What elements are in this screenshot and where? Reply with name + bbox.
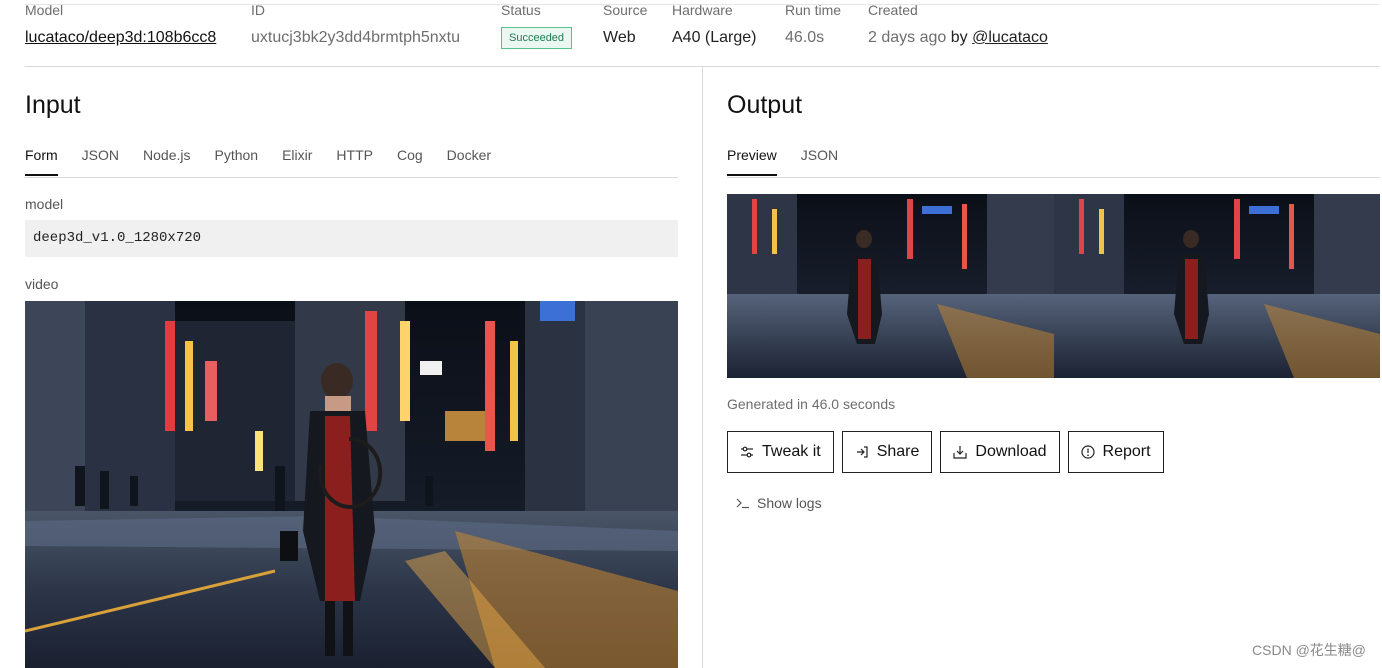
input-tabs-underline [25,177,678,178]
panel-divider [702,67,703,668]
sliders-icon [741,446,753,458]
tab-http[interactable]: HTTP [336,146,373,176]
tab-elixir[interactable]: Elixir [282,146,312,176]
output-actions: Tweak it Share Download Report [727,431,1164,473]
model-field-value: deep3d_v1.0_1280x720 [25,220,678,257]
output-tabs: Preview JSON [727,146,862,176]
meta-model: Model lucataco/deep3d:108b6cc8 [25,0,216,48]
report-button[interactable]: Report [1067,431,1164,473]
model-field-label: model [25,196,64,212]
stereo-preview-scene [727,194,1380,378]
hardware-value: A40 (Large) [672,29,757,46]
tweak-it-label: Tweak it [762,443,821,460]
generated-time-text: Generated in 46.0 seconds [727,396,896,412]
download-icon [953,446,967,459]
created-by: by [950,29,968,46]
tab-docker[interactable]: Docker [447,146,491,176]
video-field-label: video [25,276,59,292]
created-time: 2 days ago [868,29,947,46]
meta-created-label: Created [868,2,918,18]
right-view [1054,194,1380,378]
left-view [727,194,1054,378]
meta-model-label: Model [25,2,64,18]
meta-status-label: Status [501,2,541,18]
prediction-metadata: Model lucataco/deep3d:108b6cc8 ID uxtucj… [0,0,1382,66]
tab-json[interactable]: JSON [82,146,119,176]
spinner-icon [318,436,383,509]
watermark: CSDN @花生糖@ [1252,642,1366,658]
created-user-link[interactable]: @lucataco [972,29,1048,46]
output-title: Output [727,91,803,119]
meta-created: Created 2 days ago by @lucataco [868,0,1048,48]
run-time-value: 46.0s [785,29,825,46]
report-label: Report [1102,443,1151,460]
download-button[interactable]: Download [940,431,1060,473]
meta-source-label: Source [603,2,648,18]
tab-form[interactable]: Form [25,146,58,176]
meta-hardware-label: Hardware [672,2,733,18]
show-logs-toggle[interactable]: Show logs [736,495,822,511]
download-label: Download [975,443,1047,460]
input-tabs: Form JSON Node.js Python Elixir HTTP Cog… [25,146,515,176]
show-logs-label: Show logs [757,495,822,511]
terminal-icon [736,498,749,509]
source-value: Web [603,29,636,46]
meta-run-time-label: Run time [785,2,842,18]
share-label: Share [876,443,920,460]
meta-id: ID uxtucj3bk2y3dd4brmtph5nxtu [251,0,460,48]
input-video[interactable] [25,301,678,668]
tweak-it-button[interactable]: Tweak it [727,431,834,473]
meta-status: Status Succeeded [501,0,573,49]
meta-hardware: Hardware A40 (Large) [672,0,757,48]
share-icon [856,446,868,458]
tab-preview[interactable]: Preview [727,146,777,176]
status-badge: Succeeded [501,27,573,49]
meta-source: Source Web [603,0,647,48]
output-tabs-underline [727,177,1380,178]
model-link[interactable]: lucataco/deep3d:108b6cc8 [25,28,216,48]
tab-python[interactable]: Python [214,146,258,176]
meta-id-label: ID [251,2,265,18]
report-icon [1080,445,1095,459]
created-value: 2 days ago by @lucataco [868,28,1048,48]
share-button[interactable]: Share [841,431,933,473]
prediction-id: uxtucj3bk2y3dd4brmtph5nxtu [251,29,461,46]
tab-cog[interactable]: Cog [397,146,423,176]
tab-nodejs[interactable]: Node.js [143,146,190,176]
tab-output-json[interactable]: JSON [801,146,838,176]
output-video[interactable] [727,194,1380,378]
input-title: Input [25,91,81,119]
meta-run-time: Run time 46.0s [785,0,841,48]
